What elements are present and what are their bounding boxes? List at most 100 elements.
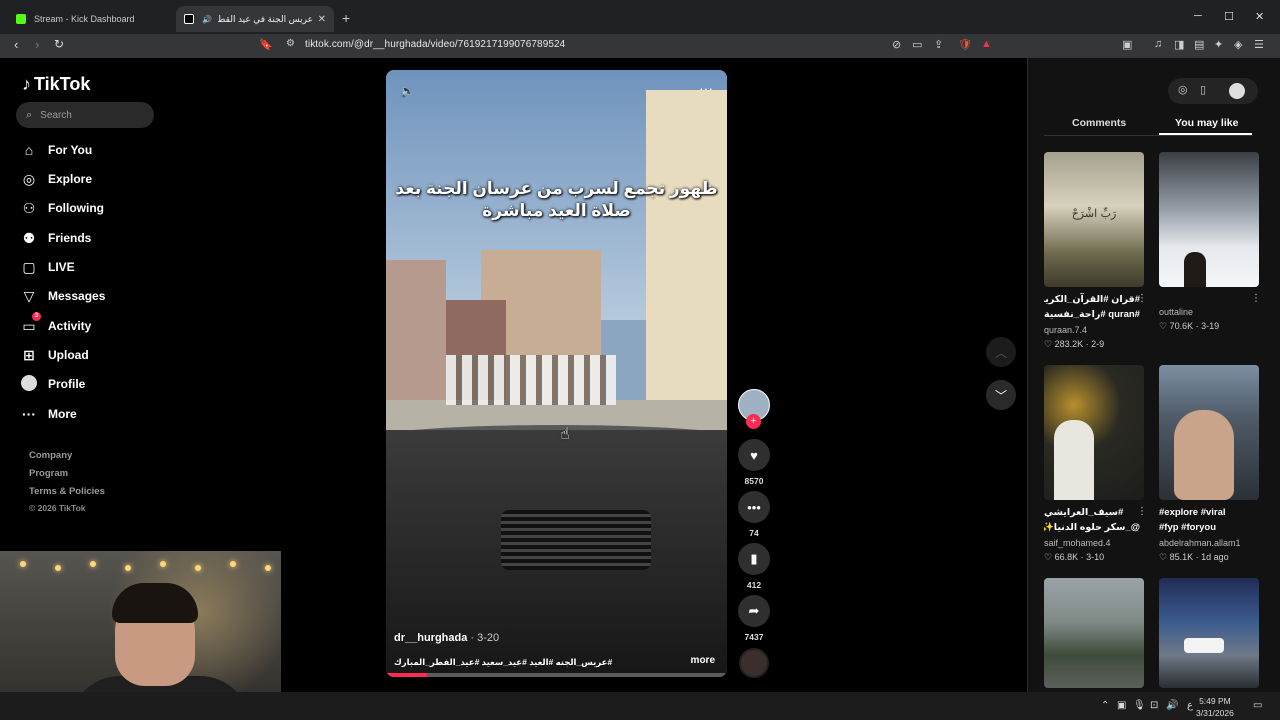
forward-button[interactable]: › (35, 37, 39, 52)
save-button[interactable]: ▮ (738, 543, 770, 575)
video-author[interactable]: dr__hurghada · 3-20 (394, 632, 499, 644)
tray-app-icon[interactable]: ▣ (1117, 700, 1126, 711)
music-disc[interactable] (739, 648, 769, 678)
tab-you-may-like[interactable]: You may like (1175, 117, 1238, 129)
author-name[interactable]: dr__hurghada (394, 632, 467, 644)
maximize-button[interactable]: ☐ (1224, 10, 1234, 23)
avatar (20, 374, 38, 394)
comment-button[interactable]: ••• (738, 491, 770, 523)
next-video-button[interactable]: ﹀ (986, 380, 1016, 410)
reload-button[interactable]: ↻ (54, 37, 64, 51)
video-description[interactable]: #قران #القرآن_الكريم #quran #راحة_نفسية (1044, 292, 1140, 322)
volume-icon[interactable]: 🔈 (400, 84, 415, 98)
no-tracking-icon[interactable]: ⊘ (892, 38, 901, 51)
tab-comments[interactable]: Comments (1072, 117, 1126, 129)
nav-friends[interactable]: ⚉ Friends (20, 228, 92, 248)
video-username[interactable]: saif_mohamed.4 (1044, 538, 1111, 548)
video-description[interactable]: #explore #viral #fyp #foryou (1159, 505, 1255, 535)
heart-outline-icon: ♡ (1044, 339, 1055, 349)
sidebar-icon[interactable]: ◨ (1174, 38, 1184, 51)
video-thumbnail[interactable] (1159, 578, 1259, 688)
heart-icon: ♥ (750, 447, 758, 463)
thumbnail-person (1174, 410, 1234, 500)
footer-program[interactable]: Program (29, 468, 68, 479)
minimize-button[interactable]: ─ (1194, 10, 1202, 22)
nav-profile[interactable]: Profile (20, 374, 85, 394)
new-tab-button[interactable]: + (342, 10, 350, 26)
leo-ai-icon[interactable]: ✦ (1214, 38, 1223, 51)
item-menu-icon[interactable]: ⋮ (1137, 293, 1147, 304)
site-info-icon[interactable]: ⚙ (286, 38, 295, 49)
nav-following[interactable]: ⚇ Following (20, 198, 104, 218)
previous-video-button[interactable]: ︿ (986, 337, 1016, 367)
item-menu-icon[interactable]: ⋮ (1137, 506, 1147, 517)
friends-icon: ⚉ (22, 229, 36, 246)
taskbar-clock[interactable]: 5:49 PM 3/31/2026 (1196, 695, 1234, 719)
video-username[interactable]: quraan.7.4 (1044, 325, 1087, 335)
share-button[interactable]: ➦ (738, 595, 770, 627)
video-hashtags[interactable]: #عريس_الجنه #العيد #عيد_سعيد #عيد_الفطر_… (394, 657, 612, 668)
address-bar[interactable]: tiktok.com/@dr__hurghada/video/761921719… (305, 39, 565, 50)
share-icon[interactable]: ⇪ (934, 38, 943, 51)
home-icon: ⌂ (24, 142, 34, 158)
brave-rewards-icon[interactable]: ▲ (981, 38, 992, 50)
device-icon[interactable]: ▯ (1200, 83, 1206, 96)
bookmark-icon[interactable]: 🔖 (259, 38, 273, 51)
tiktok-logo[interactable]: ♪ TikTok (22, 74, 90, 95)
notifications-icon[interactable]: ▭ (1253, 700, 1262, 711)
video-thumbnail[interactable]: رَبِّ اشْرَحْ (1044, 152, 1144, 287)
vpn-icon[interactable]: ◈ (1234, 38, 1242, 51)
tab-kick-dashboard[interactable]: Stream - Kick Dashboard (8, 6, 174, 32)
share-count: 7437 (744, 632, 764, 642)
menu-icon[interactable]: ☰ (1254, 38, 1264, 51)
more-button[interactable]: more (691, 655, 715, 666)
footer-company[interactable]: Company (29, 450, 72, 461)
string-light (160, 561, 166, 567)
tray-overflow-icon[interactable]: ⌃ (1101, 700, 1109, 711)
tab-tiktok-video[interactable]: 🔊 عريس الجنة في عيد القطر المبا ✕ (176, 6, 334, 32)
string-light (230, 561, 236, 567)
nav-explore[interactable]: ◎ Explore (20, 169, 92, 189)
active-tab-indicator (1159, 133, 1252, 135)
video-menu-icon[interactable]: ··· (699, 80, 713, 96)
video-username[interactable]: abdelrahman.allam1 (1159, 538, 1241, 548)
footer-terms[interactable]: Terms & Policies (29, 486, 105, 497)
nav-live[interactable]: ▢ LIVE (20, 257, 74, 277)
video-frame-building (646, 90, 727, 450)
compass-icon: ◎ (22, 170, 36, 187)
media-icon[interactable]: ♫ (1154, 38, 1162, 50)
progress-fill (386, 673, 427, 677)
search-input[interactable]: ⌕ Search (16, 102, 154, 128)
kick-favicon-icon (16, 14, 26, 24)
video-description[interactable]: #سيف_العرايشي @_سكر حلوه الدنيا✨ (1044, 505, 1140, 535)
language-indicator[interactable]: ع (1187, 700, 1193, 711)
back-button[interactable]: ‹ (14, 37, 18, 52)
nav-upload[interactable]: ⊞ Upload (20, 345, 89, 365)
video-thumbnail[interactable] (1044, 365, 1144, 500)
video-thumbnail[interactable] (1044, 578, 1144, 688)
microphone-icon[interactable]: 🎙 (1133, 700, 1146, 711)
nav-activity[interactable]: ▭ 3 Activity (20, 311, 91, 336)
close-tab-icon[interactable]: ✕ (318, 14, 326, 25)
user-avatar[interactable] (1229, 83, 1245, 99)
nav-more[interactable]: ··· More (20, 404, 77, 424)
nav-messages[interactable]: ▽ Messages (20, 286, 106, 306)
cast-icon[interactable]: ▭ (912, 38, 922, 51)
item-menu-icon[interactable]: ⋮ (1251, 293, 1261, 304)
brave-shield-icon[interactable]: 🛡 (958, 38, 972, 51)
close-window-button[interactable]: ✕ (1255, 10, 1264, 23)
video-thumbnail[interactable] (1159, 152, 1259, 287)
extension-icon[interactable]: ▣ (1122, 38, 1132, 51)
like-button[interactable]: ♥ (738, 439, 770, 471)
volume-tray-icon[interactable]: 🔊 (1166, 700, 1178, 711)
video-player[interactable]: ظهور تجمع لسرب من عرسان الجنة بعد صلاة ا… (386, 70, 727, 677)
network-icon[interactable]: ⊡ (1150, 700, 1158, 711)
upload-icon: ⊞ (23, 346, 35, 363)
video-username[interactable]: outtaline (1159, 307, 1193, 317)
video-progress-bar[interactable] (386, 673, 727, 677)
follow-button[interactable]: + (746, 414, 761, 429)
explore-icon[interactable]: ◎ (1178, 83, 1188, 96)
nav-for-you[interactable]: ⌂ For You (20, 140, 92, 160)
video-thumbnail[interactable] (1159, 365, 1259, 500)
wallet-icon[interactable]: ▤ (1194, 38, 1204, 51)
